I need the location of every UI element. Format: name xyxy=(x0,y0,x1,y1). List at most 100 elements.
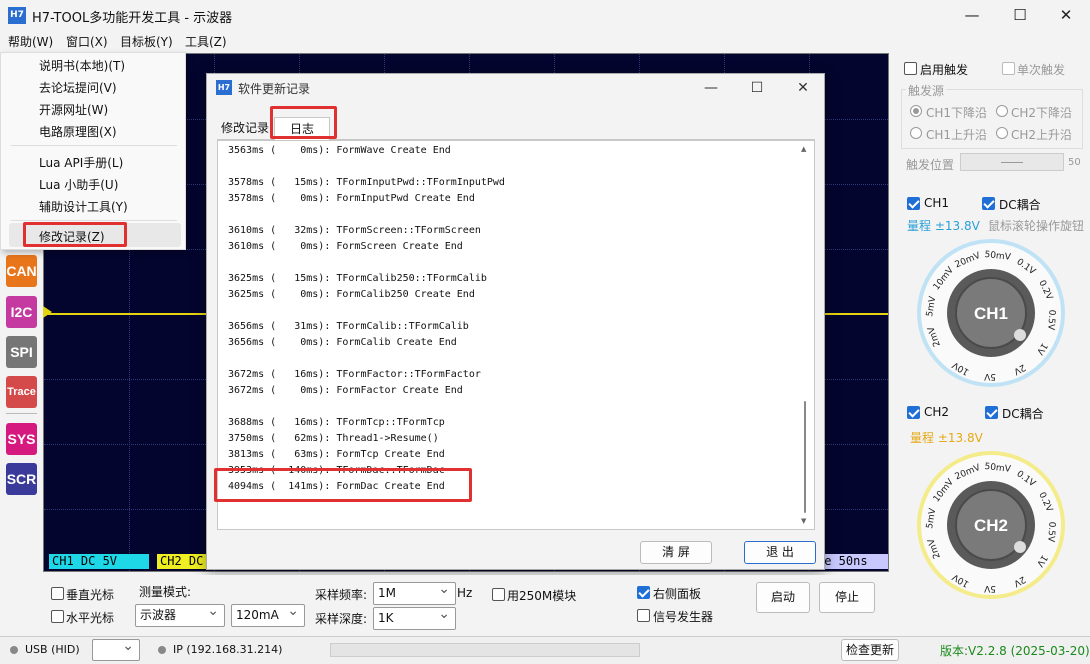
connection-select[interactable] xyxy=(92,636,140,661)
horizontal-cursor-label: 水平光标 xyxy=(66,611,115,625)
menu-target-board[interactable]: 目标板(Y) xyxy=(120,33,173,50)
clear-screen-button[interactable]: 清 屏 xyxy=(640,541,712,564)
minimize-button[interactable]: — xyxy=(948,0,996,31)
ch2-rising-label: CH2上升沿 xyxy=(1011,128,1073,142)
menu-item-manual[interactable]: 说明书(本地)(T) xyxy=(39,57,125,74)
scroll-up-icon[interactable]: ▲ xyxy=(801,145,806,153)
enable-trigger-label: 启用触发 xyxy=(920,63,969,77)
vertical-cursor-checkbox[interactable] xyxy=(51,587,64,600)
dialog-close-button[interactable]: ✕ xyxy=(780,74,826,102)
knob-tick-label: 5V xyxy=(983,583,996,593)
measure-mode-select[interactable]: 示波器 xyxy=(135,601,225,627)
dialog-maximize-button[interactable]: ☐ xyxy=(734,74,780,102)
right-panel-checkbox[interactable] xyxy=(637,586,650,599)
sample-depth-select[interactable]: 1K xyxy=(373,604,456,630)
close-button[interactable]: ✕ xyxy=(1042,0,1090,31)
menu-item-lua-helper[interactable]: Lua 小助手(U) xyxy=(39,176,118,193)
log-line: 3672ms ( 0ms): FormFactor Create End xyxy=(228,385,463,396)
tab-changelog[interactable]: 修改记录 xyxy=(217,117,273,141)
menu-bar: 帮助(W) 窗口(X) 目标板(Y) 工具(Z) xyxy=(0,31,1090,53)
scroll-thumb[interactable] xyxy=(804,401,806,513)
log-line: 3563ms ( 0ms): FormWave Create End xyxy=(228,145,451,156)
side-divider xyxy=(6,413,37,414)
ch1-dc-checkbox[interactable] xyxy=(982,197,995,210)
sample-rate-select[interactable]: 1M xyxy=(373,579,456,605)
signal-generator-label: 信号发生器 xyxy=(653,610,714,624)
trace-button[interactable]: Trace xyxy=(6,376,37,408)
use-250m-checkbox[interactable] xyxy=(492,588,505,601)
window-title: H7-TOOL多功能开发工具 - 示波器 xyxy=(32,11,233,26)
i2c-button[interactable]: I2C xyxy=(6,296,37,328)
measure-mode-label: 测量模式: xyxy=(139,585,192,599)
log-scrollbar[interactable]: ▲ ▼ xyxy=(800,145,810,525)
radio-ch2-rising[interactable] xyxy=(996,127,1008,139)
log-line: 3813ms ( 63ms): FormTcp Create End xyxy=(228,449,445,460)
ch1-range-knob[interactable]: CH1 2mV 5mV 10mV 20mV 50mV 0.1V 0.2V 0.5V 1V 2V 5V… xyxy=(917,239,1065,390)
check-update-button[interactable]: 检查更新 xyxy=(841,639,899,661)
status-bar: USB (HID) IP (192.168.31.214) 检查更新 版本:V2… xyxy=(0,636,1090,664)
knob-tick-label: 0.5V xyxy=(1045,521,1056,543)
dialog-app-icon: H7 xyxy=(216,80,232,95)
menu-item-opensource[interactable]: 开源网址(W) xyxy=(39,101,108,118)
menu-item-forum[interactable]: 去论坛提问(V) xyxy=(39,79,117,96)
ch2-range-knob[interactable]: CH2 2mV 5mV 10mV 20mV 50mV 0.1V 0.2V 0.5V 1V 2V 5V… xyxy=(917,451,1065,602)
ch2-checkbox[interactable] xyxy=(907,406,920,419)
single-trigger-checkbox[interactable] xyxy=(1002,62,1015,75)
menu-item-design-tool[interactable]: 辅助设计工具(Y) xyxy=(39,198,128,215)
signal-generator-checkbox[interactable] xyxy=(637,609,650,622)
knob-hint: 鼠标滚轮操作旋钮 xyxy=(988,219,1085,233)
help-menu-dropdown: 说明书(本地)(T) 去论坛提问(V) 开源网址(W) 电路原理图(X) Lua… xyxy=(0,52,186,250)
ch1-rising-label: CH1上升沿 xyxy=(926,128,988,142)
ch2-dc-checkbox[interactable] xyxy=(985,406,998,419)
highlight-box xyxy=(270,106,337,139)
trigger-source-title: 触发源 xyxy=(906,82,947,99)
menu-item-schematic[interactable]: 电路原理图(X) xyxy=(39,123,117,140)
ch2-knob-label: CH2 xyxy=(974,516,1008,535)
start-button[interactable]: 启动 xyxy=(756,582,810,613)
trigger-position-slider[interactable] xyxy=(960,153,1064,171)
menu-separator xyxy=(11,220,177,221)
ch1-level-marker-icon[interactable] xyxy=(43,306,52,318)
log-line: 3688ms ( 16ms): TFormTcp::TFormTcp xyxy=(228,417,445,428)
scroll-down-icon[interactable]: ▼ xyxy=(801,517,806,525)
menu-help[interactable]: 帮助(W) xyxy=(8,33,53,50)
ch1-label: CH1 xyxy=(924,196,950,210)
sys-button[interactable]: SYS xyxy=(6,423,37,455)
highlight-box xyxy=(214,468,472,502)
timebase-label: ge 50ns xyxy=(814,554,888,569)
stop-button[interactable]: 停止 xyxy=(819,582,875,613)
knob-tick-label: 5V xyxy=(983,371,996,381)
can-button[interactable]: CAN xyxy=(6,255,37,287)
enable-trigger-checkbox[interactable] xyxy=(904,62,917,75)
ip-label: IP (192.168.31.214) xyxy=(173,643,283,656)
menu-window[interactable]: 窗口(X) xyxy=(66,33,108,50)
trigger-position-value: 50 xyxy=(1068,157,1081,168)
log-line: 3656ms ( 0ms): FormCalib Create End xyxy=(228,337,457,348)
radio-ch1-falling[interactable] xyxy=(910,105,922,117)
dialog-minimize-button[interactable]: — xyxy=(688,74,734,102)
ch1-checkbox[interactable] xyxy=(907,197,920,210)
radio-ch1-rising[interactable] xyxy=(910,127,922,139)
maximize-button[interactable]: ☐ xyxy=(996,0,1044,31)
spi-button[interactable]: SPI xyxy=(6,336,37,368)
log-line: 3625ms ( 15ms): TFormCalib250::TFormCali… xyxy=(228,273,487,284)
menu-item-lua-api[interactable]: Lua API手册(L) xyxy=(39,154,123,171)
log-line: 3625ms ( 0ms): FormCalib250 Create End xyxy=(228,289,475,300)
menu-tools[interactable]: 工具(Z) xyxy=(185,33,227,50)
current-range-select[interactable]: 120mA xyxy=(231,601,305,627)
sample-rate-unit: Hz xyxy=(457,586,473,600)
ch2-label: CH2 xyxy=(924,405,950,419)
ch2-range-label: 量程 ±13.8V xyxy=(910,431,983,445)
scr-button[interactable]: SCR xyxy=(6,463,37,495)
slider-handle[interactable] xyxy=(1001,162,1023,163)
radio-ch2-falling[interactable] xyxy=(996,105,1008,117)
exit-button[interactable]: 退 出 xyxy=(744,541,816,564)
ch2-falling-label: CH2下降沿 xyxy=(1011,106,1073,120)
log-line: 3610ms ( 32ms): TFormScreen::TFormScreen xyxy=(228,225,481,236)
horizontal-cursor-checkbox[interactable] xyxy=(51,610,64,623)
usb-status-icon xyxy=(10,646,18,654)
log-line: 3750ms ( 62ms): Thread1->Resume() xyxy=(228,433,439,444)
connection-label: USB (HID) xyxy=(25,643,80,656)
highlight-box xyxy=(23,222,127,247)
knob-tick-label: 0.5V xyxy=(1045,309,1056,331)
